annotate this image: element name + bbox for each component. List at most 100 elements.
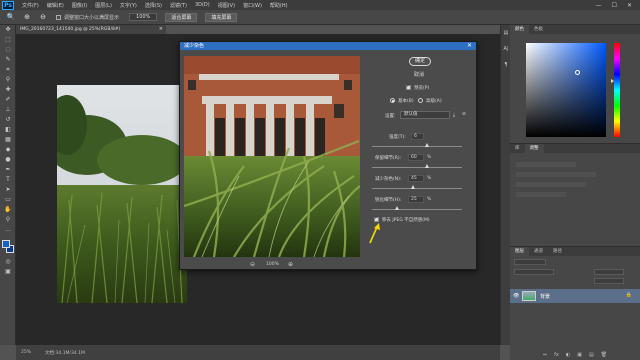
zoom-out-icon[interactable]: ⊖ <box>38 13 48 22</box>
fit-screen-button[interactable]: 适合屏幕 <box>165 12 198 22</box>
basic-radio[interactable] <box>390 98 395 103</box>
eraser-tool-icon[interactable]: ◧ <box>0 125 16 135</box>
tab-adjustments[interactable]: 调整 <box>524 144 544 153</box>
adjustment-row[interactable] <box>516 162 576 167</box>
delete-settings-icon[interactable]: ⊘ <box>462 112 466 117</box>
color-picker-field[interactable] <box>526 43 606 137</box>
crop-tool-icon[interactable]: ⌗ <box>0 65 16 75</box>
dialog-close-icon[interactable]: ✕ <box>467 42 472 50</box>
more-tools-icon[interactable]: … <box>0 225 16 235</box>
cancel-button[interactable]: 取消 <box>414 71 424 78</box>
brush-tool-icon[interactable]: ✐ <box>0 95 16 105</box>
strength-input[interactable]: 6 <box>411 133 424 140</box>
document-tab[interactable]: IMG_20160723_141540.jpg @ 25%(RGB/8#) × <box>16 25 166 34</box>
minimize-icon[interactable]: — <box>596 2 602 9</box>
zoom-value-field[interactable]: 100% <box>129 13 158 21</box>
close-tab-icon[interactable]: × <box>159 25 163 34</box>
settings-select[interactable]: 默认值 <box>400 111 450 119</box>
preserve-details-slider[interactable] <box>372 167 462 168</box>
maximize-icon[interactable]: ☐ <box>612 2 617 9</box>
color-picker-handle[interactable] <box>575 70 580 75</box>
blend-mode-select[interactable] <box>514 269 554 275</box>
tab-libraries[interactable]: 库 <box>510 144 525 153</box>
fill-field[interactable] <box>594 278 624 284</box>
shape-tool-icon[interactable]: ▭ <box>0 195 16 205</box>
zoom-tool-icon[interactable]: 🔍 <box>6 13 16 22</box>
color-swatches[interactable] <box>0 239 16 257</box>
adjustment-layer-icon[interactable]: ◐ <box>566 351 570 360</box>
menu-type[interactable]: 文字(Y) <box>120 2 137 9</box>
canvas-photo[interactable] <box>57 85 187 303</box>
fill-screen-button[interactable]: 填充屏幕 <box>205 12 238 22</box>
tab-layers[interactable]: 图层 <box>510 247 529 256</box>
healing-tool-icon[interactable]: ✚ <box>0 85 16 95</box>
adjustment-row[interactable] <box>516 182 586 187</box>
status-zoom[interactable]: 25% <box>21 350 31 355</box>
adjustment-row[interactable] <box>516 192 566 197</box>
move-tool-icon[interactable]: ✥ <box>0 25 16 35</box>
close-icon[interactable]: ✕ <box>627 2 632 9</box>
tab-color[interactable]: 颜色 <box>510 25 529 34</box>
reduce-color-noise-slider-knob[interactable] <box>411 185 415 189</box>
opacity-field[interactable] <box>594 269 624 275</box>
menu-layer[interactable]: 图层(L) <box>95 2 112 9</box>
menu-edit[interactable]: 编辑(E) <box>47 2 64 9</box>
sharpen-details-slider-knob[interactable] <box>395 206 399 210</box>
foreground-color-swatch[interactable] <box>2 240 10 248</box>
pen-tool-icon[interactable]: ✒ <box>0 165 16 175</box>
screen-mode-icon[interactable]: ▣ <box>0 267 16 277</box>
preview-zoom-out-icon[interactable]: ⊖ <box>250 261 255 268</box>
menu-file[interactable]: 文件(F) <box>22 2 39 9</box>
gradient-tool-icon[interactable]: ▦ <box>0 135 16 145</box>
link-layers-icon[interactable]: ⇔ <box>543 351 547 360</box>
tab-channels[interactable]: 通道 <box>529 247 548 256</box>
menu-filter[interactable]: 滤镜(T) <box>170 2 187 9</box>
tab-swatches[interactable]: 色板 <box>529 25 548 34</box>
path-select-icon[interactable]: ➤ <box>0 185 16 195</box>
hue-slider[interactable] <box>614 43 620 137</box>
history-brush-icon[interactable]: ↺ <box>0 115 16 125</box>
save-settings-icon[interactable]: ⤓ <box>453 112 455 118</box>
sharpen-details-input[interactable]: 25 <box>408 196 424 203</box>
ok-button[interactable]: 确定 <box>409 57 431 66</box>
quick-mask-icon[interactable]: ◎ <box>0 257 16 267</box>
resize-windows-checkbox[interactable] <box>56 14 61 20</box>
hue-slider-knob[interactable] <box>611 79 614 83</box>
hand-tool-icon[interactable]: ✋ <box>0 205 16 215</box>
tab-paths[interactable]: 路径 <box>548 247 567 256</box>
menu-view[interactable]: 视图(V) <box>218 2 235 9</box>
menu-image[interactable]: 图像(I) <box>72 2 87 9</box>
dodge-tool-icon[interactable]: ● <box>0 155 16 165</box>
lasso-tool-icon[interactable]: ◌ <box>0 45 16 55</box>
preview-image[interactable] <box>184 56 360 257</box>
zoom-tool-icon[interactable]: ⚲ <box>0 215 16 225</box>
adjustment-row[interactable] <box>516 172 596 177</box>
blur-tool-icon[interactable]: ◆ <box>0 145 16 155</box>
layer-row-background[interactable]: 👁 背景 🔒 <box>510 289 640 303</box>
strength-slider[interactable] <box>372 146 462 147</box>
layer-filter-select[interactable] <box>514 259 546 265</box>
menu-3d[interactable]: 3D(D) <box>195 2 210 8</box>
menu-select[interactable]: 选择(S) <box>145 2 162 9</box>
menu-help[interactable]: 帮助(H) <box>270 2 288 9</box>
stamp-tool-icon[interactable]: ⊥ <box>0 105 16 115</box>
new-layer-icon[interactable]: ▤ <box>589 351 594 360</box>
marquee-tool-icon[interactable]: ⬚ <box>0 35 16 45</box>
zoom-in-icon[interactable]: ⊕ <box>22 13 32 22</box>
advanced-radio[interactable] <box>418 98 423 103</box>
quick-select-tool-icon[interactable]: ✎ <box>0 55 16 65</box>
sharpen-details-slider[interactable] <box>372 209 462 210</box>
new-group-icon[interactable]: ▣ <box>577 351 582 360</box>
dialog-title-bar[interactable]: 减少杂色 ✕ <box>180 42 476 50</box>
preview-zoom-in-icon[interactable]: ⊕ <box>288 261 293 268</box>
trash-icon[interactable]: 🗑 <box>601 351 607 360</box>
type-tool-icon[interactable]: T <box>0 175 16 185</box>
preserve-details-slider-knob[interactable] <box>425 164 429 168</box>
reduce-color-noise-input[interactable]: 45 <box>408 175 424 182</box>
strength-slider-knob[interactable] <box>425 143 429 147</box>
eyedropper-tool-icon[interactable]: ⚲ <box>0 75 16 85</box>
preserve-details-input[interactable]: 60 <box>408 154 424 161</box>
layer-style-icon[interactable]: fx <box>554 351 559 360</box>
preview-checkbox[interactable] <box>406 83 411 90</box>
visibility-eye-icon[interactable]: 👁 <box>513 293 519 299</box>
